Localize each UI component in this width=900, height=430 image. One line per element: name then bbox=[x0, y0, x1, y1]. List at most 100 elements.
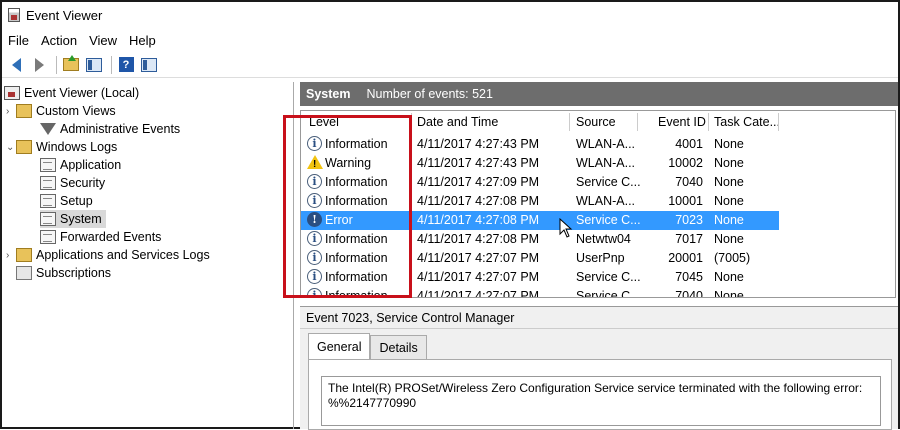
info-icon: i bbox=[307, 193, 322, 208]
subscriptions-icon bbox=[16, 266, 32, 280]
menu-action[interactable]: Action bbox=[35, 33, 83, 48]
back-button[interactable] bbox=[6, 55, 26, 75]
help-icon: ? bbox=[118, 57, 134, 72]
tree-item-custom-views[interactable]: › Custom Views bbox=[6, 102, 116, 120]
chevron-right-icon[interactable]: › bbox=[6, 250, 16, 261]
column-divider[interactable] bbox=[569, 113, 570, 131]
cell-source: WLAN-A... bbox=[576, 156, 636, 170]
table-row[interactable]: ! Error 4/11/2017 4:27:08 PM Service C... 70… bbox=[301, 211, 779, 230]
tree-item-windows-logs[interactable]: ⌄ Windows Logs bbox=[6, 138, 117, 156]
cell-task-category: None bbox=[714, 175, 744, 189]
table-row[interactable]: i Information 4/11/2017 4:27:08 PM Netwtw04… bbox=[301, 230, 779, 249]
toolbar: ? bbox=[2, 52, 898, 78]
tree-item-subscriptions[interactable]: Subscriptions bbox=[16, 264, 111, 282]
cell-task-category: None bbox=[714, 232, 744, 246]
log-icon bbox=[40, 158, 56, 172]
tab-general[interactable]: General bbox=[308, 333, 371, 359]
cell-source: WLAN-A... bbox=[576, 137, 636, 151]
tree-item-system[interactable]: System bbox=[40, 210, 106, 228]
table-row[interactable]: i Information 4/11/2017 4:27:07 PM UserPnp 2… bbox=[301, 249, 779, 268]
cell-event-id: 7023 bbox=[675, 213, 703, 227]
toolbar-divider bbox=[111, 55, 112, 74]
info-icon: i bbox=[307, 136, 322, 151]
tab-details[interactable]: Details bbox=[370, 335, 427, 359]
error-icon: ! bbox=[307, 212, 322, 227]
tree-label: System bbox=[60, 212, 102, 226]
event-description[interactable]: The Intel(R) PROSet/Wireless Zero Config… bbox=[321, 376, 881, 426]
table-row[interactable]: i Information 4/11/2017 4:27:43 PM WLAN-A..… bbox=[301, 135, 779, 154]
event-viewer-window: Event Viewer File Action View Help ? Eve… bbox=[0, 0, 900, 430]
cell-event-id: 4001 bbox=[675, 137, 703, 151]
column-header-date-time[interactable]: Date and Time bbox=[417, 115, 498, 129]
column-divider[interactable] bbox=[778, 113, 779, 131]
cell-level: Information bbox=[325, 251, 388, 265]
menu-file[interactable]: File bbox=[2, 33, 35, 48]
cell-source: Service C... bbox=[576, 289, 641, 298]
tree-label: Setup bbox=[60, 194, 93, 208]
cell-source: Service C... bbox=[576, 213, 641, 227]
tree-item-application[interactable]: Application bbox=[40, 156, 121, 174]
column-header-level[interactable]: Level bbox=[309, 115, 339, 129]
column-divider[interactable] bbox=[708, 113, 709, 131]
table-row[interactable]: i Information 4/11/2017 4:27:07 PM Service … bbox=[301, 287, 779, 298]
tree-label: Subscriptions bbox=[36, 266, 112, 280]
cell-level: Information bbox=[325, 137, 388, 151]
tree-item-applications-and-services-logs[interactable]: › Applications and Services Logs bbox=[6, 246, 210, 264]
tree-item-setup[interactable]: Setup bbox=[40, 192, 93, 210]
show-hide-action-pane-button[interactable] bbox=[139, 55, 159, 75]
tree-item-forwarded-events[interactable]: Forwarded Events bbox=[40, 228, 161, 246]
forward-button[interactable] bbox=[29, 55, 49, 75]
console-tree-icon bbox=[86, 57, 102, 72]
column-header-event-id[interactable]: Event ID bbox=[658, 115, 706, 129]
tree-item-root[interactable]: Event Viewer (Local) bbox=[4, 84, 139, 102]
cell-task-category: None bbox=[714, 213, 744, 227]
cell-level: Warning bbox=[325, 156, 372, 170]
detail-tabs: General Details bbox=[308, 333, 427, 359]
up-one-level-button[interactable] bbox=[61, 55, 81, 75]
folder-icon bbox=[16, 104, 32, 118]
table-row[interactable]: i Information 4/11/2017 4:27:07 PM Service … bbox=[301, 268, 779, 287]
table-row[interactable]: i Information 4/11/2017 4:27:08 PM WLAN-A..… bbox=[301, 192, 779, 211]
table-row[interactable]: i Information 4/11/2017 4:27:09 PM Service … bbox=[301, 173, 779, 192]
column-divider[interactable] bbox=[411, 113, 412, 131]
cell-event-id: 20001 bbox=[668, 251, 703, 265]
events-table[interactable]: Level Date and Time Source Event ID Task… bbox=[300, 110, 896, 298]
log-icon bbox=[40, 230, 56, 244]
cell-task-category: None bbox=[714, 270, 744, 284]
mouse-cursor-icon bbox=[559, 218, 573, 238]
column-divider[interactable] bbox=[637, 113, 638, 131]
action-pane-icon bbox=[141, 57, 157, 72]
tree-label: Administrative Events bbox=[60, 122, 181, 136]
chevron-down-icon[interactable]: ⌄ bbox=[6, 142, 16, 153]
event-count: Number of events: 521 bbox=[366, 87, 493, 101]
column-header-task-category[interactable]: Task Cate... bbox=[714, 115, 780, 129]
cell-source: WLAN-A... bbox=[576, 194, 636, 208]
column-header-source[interactable]: Source bbox=[576, 115, 616, 129]
cell-level: Error bbox=[325, 213, 353, 227]
table-row[interactable]: ! Warning 4/11/2017 4:27:43 PM WLAN-A... 100… bbox=[301, 154, 779, 173]
help-button[interactable]: ? bbox=[116, 55, 136, 75]
cell-level: Information bbox=[325, 175, 388, 189]
cell-task-category: (7005) bbox=[714, 251, 751, 265]
cell-level: Information bbox=[325, 194, 388, 208]
tree-item-security[interactable]: Security bbox=[40, 174, 105, 192]
show-hide-console-tree-button[interactable] bbox=[84, 55, 104, 75]
description-line: %%2147770990 bbox=[328, 396, 417, 410]
cell-level: Information bbox=[325, 232, 388, 246]
detail-title: Event 7023, Service Control Manager bbox=[300, 307, 898, 329]
folder-up-icon bbox=[63, 55, 79, 71]
tree-item-administrative-events[interactable]: Administrative Events bbox=[40, 120, 180, 138]
cell-task-category: None bbox=[714, 194, 744, 208]
cell-level: Information bbox=[325, 289, 388, 298]
tree-label: Application bbox=[60, 158, 122, 172]
cell-date-time: 4/11/2017 4:27:07 PM bbox=[417, 270, 540, 284]
cell-task-category: None bbox=[714, 137, 744, 151]
info-icon: i bbox=[307, 250, 322, 265]
tree-label: Applications and Services Logs bbox=[36, 248, 210, 262]
menu-help[interactable]: Help bbox=[123, 33, 162, 48]
cell-event-id: 10002 bbox=[668, 156, 703, 170]
menu-view[interactable]: View bbox=[83, 33, 123, 48]
cell-event-id: 7040 bbox=[675, 175, 703, 189]
info-icon: i bbox=[307, 231, 322, 246]
chevron-right-icon[interactable]: › bbox=[6, 106, 16, 117]
